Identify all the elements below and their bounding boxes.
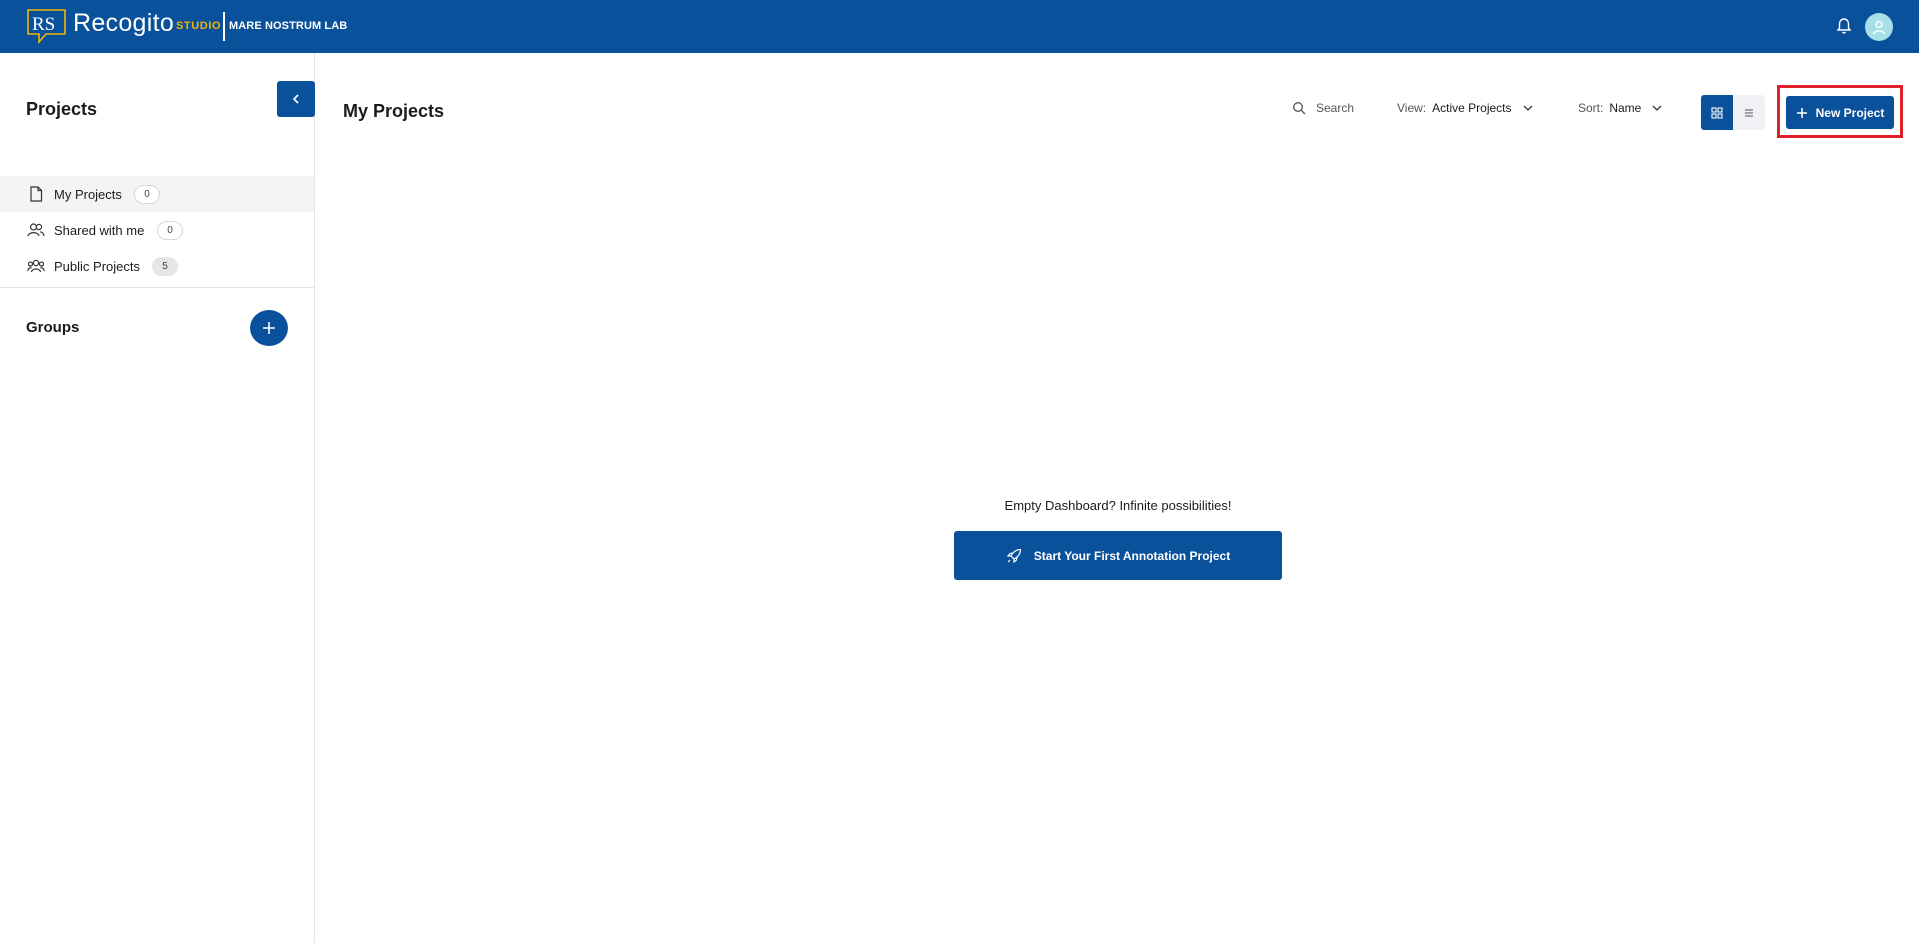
search-placeholder: Search [1316,101,1355,115]
top-bar: RS Recogito STUDIO MARE NOSTRUM LAB [0,0,1919,53]
add-group-button[interactable] [250,310,288,346]
chevron-left-icon [292,94,299,104]
groups-title: Groups [26,319,80,336]
sidebar-item-shared-with-me[interactable]: Shared with me 0 [0,212,314,248]
start-button-label: Start Your First Annotation Project [1033,548,1231,563]
new-project-button[interactable]: New Project [1786,96,1894,129]
list-view-button[interactable] [1733,95,1765,130]
app-suffix: STUDIO [176,20,222,32]
recogito-logo-icon[interactable]: RS [26,8,67,44]
count-badge: 0 [157,220,183,240]
sidebar: Projects My Projects 0 Shared with me 0 [0,53,315,943]
sidebar-title: Projects [26,99,98,119]
layout-toggle [1701,95,1765,130]
page-title: My Projects [343,101,445,121]
sidebar-item-label: Public Projects [54,258,140,274]
search-icon [1293,102,1306,115]
new-project-label: New Project [1815,105,1885,120]
sort-value: Name [1609,101,1642,115]
sidebar-item-label: My Projects [54,186,122,202]
app-name[interactable]: Recogito [73,9,174,38]
sidebar-item-my-projects[interactable]: My Projects 0 [0,176,314,212]
sort-dropdown[interactable]: Sort: Name [1578,101,1663,115]
group-icon [27,257,45,275]
sidebar-item-label: Shared with me [54,222,145,238]
user-avatar[interactable] [1865,13,1893,41]
logo-letters: RS [32,14,55,35]
document-icon [27,185,45,203]
chevron-down-icon [1523,105,1532,111]
rocket-icon [1006,548,1021,563]
grid-view-button[interactable] [1701,95,1733,130]
users-icon [27,221,45,239]
view-filter-dropdown[interactable]: View: Active Projects [1397,101,1534,115]
user-icon [1872,20,1886,35]
count-badge: 5 [152,256,178,276]
sort-label: Sort: [1578,101,1604,115]
organization-name[interactable]: MARE NOSTRUM LAB [229,20,347,32]
grid-icon [1711,106,1723,119]
list-icon [1745,108,1753,117]
collapse-sidebar-button[interactable] [277,81,315,117]
bell-icon[interactable] [1836,17,1852,35]
plus-icon [263,322,275,334]
sidebar-divider [0,287,314,288]
view-value: Active Projects [1432,101,1512,115]
chevron-down-icon [1652,105,1662,111]
start-first-project-button[interactable]: Start Your First Annotation Project [954,531,1282,580]
empty-state-message: Empty Dashboard? Infinite possibilities! [1004,498,1232,513]
header-divider [223,12,225,41]
search-button[interactable]: Search [1292,101,1354,115]
sidebar-item-public-projects[interactable]: Public Projects 5 [0,248,314,284]
plus-icon [1796,107,1807,118]
view-label: View: [1397,101,1427,115]
count-badge: 0 [134,184,160,204]
